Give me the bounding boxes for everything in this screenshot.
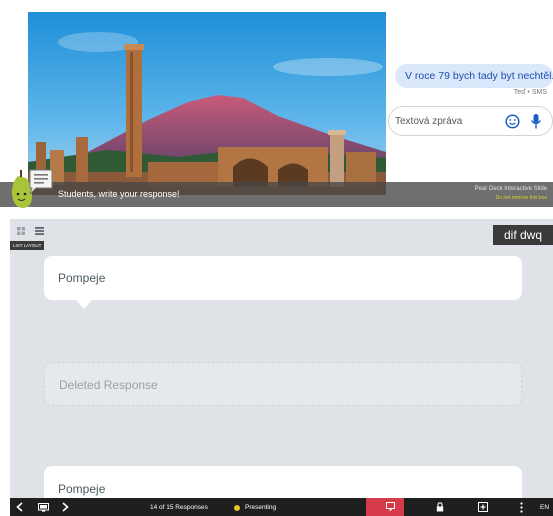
pompeii-vesuvius-photo	[28, 12, 386, 195]
student-prompt-text: Students, write your response!	[58, 189, 180, 199]
sms-message-bubble: V roce 79 bych tady byt nechtěl.	[395, 64, 553, 88]
more-options-icon[interactable]	[520, 502, 523, 513]
microphone-icon[interactable]	[530, 113, 542, 130]
pear-deck-mascot-icon	[12, 169, 53, 208]
student-name-badge: dif dwq	[493, 225, 553, 245]
presenter-toolbar	[10, 498, 553, 516]
slide-thumbnail-icon[interactable]	[38, 503, 49, 512]
sms-message-meta: Teď • SMS	[513, 89, 547, 96]
next-slide-icon[interactable]	[62, 502, 69, 512]
layout-tooltip: LIST LAYOUT	[10, 241, 45, 250]
response-card-pointer	[76, 300, 92, 309]
response-text: Pompeje	[58, 482, 106, 496]
language-selector[interactable]: EN	[540, 504, 549, 511]
screen-share-icon[interactable]	[386, 502, 395, 511]
presenting-status-dot	[234, 505, 240, 511]
response-text: Pompeje	[58, 271, 106, 285]
stop-presenting-button[interactable]	[366, 498, 404, 516]
sms-compose-box	[388, 106, 553, 136]
slide-preview: V roce 79 bych tady byt nechtěl. Teď • S…	[0, 0, 553, 208]
response-count: 14 of 15 Responses	[150, 504, 208, 511]
add-slide-icon[interactable]	[478, 502, 488, 512]
lock-screens-icon[interactable]	[436, 502, 444, 512]
presenting-status: Presenting	[245, 504, 277, 511]
pear-deck-teacher-dashboard: V roce 79 bych tady byt nechtěl. Teď • S…	[0, 0, 553, 516]
list-layout-icon[interactable]	[35, 227, 44, 235]
interactive-slide-note: Do not remove this box	[495, 195, 547, 201]
response-text: Deleted Response	[59, 378, 158, 392]
sms-compose-input[interactable]	[395, 113, 495, 129]
emoji-icon[interactable]	[505, 114, 520, 129]
interactive-slide-label: Pear Deck Interactive Slide	[474, 186, 547, 192]
grid-layout-icon[interactable]	[17, 227, 25, 235]
deleted-response-card[interactable]: Deleted Response	[44, 362, 522, 406]
response-card[interactable]: Pompeje	[44, 256, 522, 309]
previous-slide-icon[interactable]	[16, 502, 23, 512]
